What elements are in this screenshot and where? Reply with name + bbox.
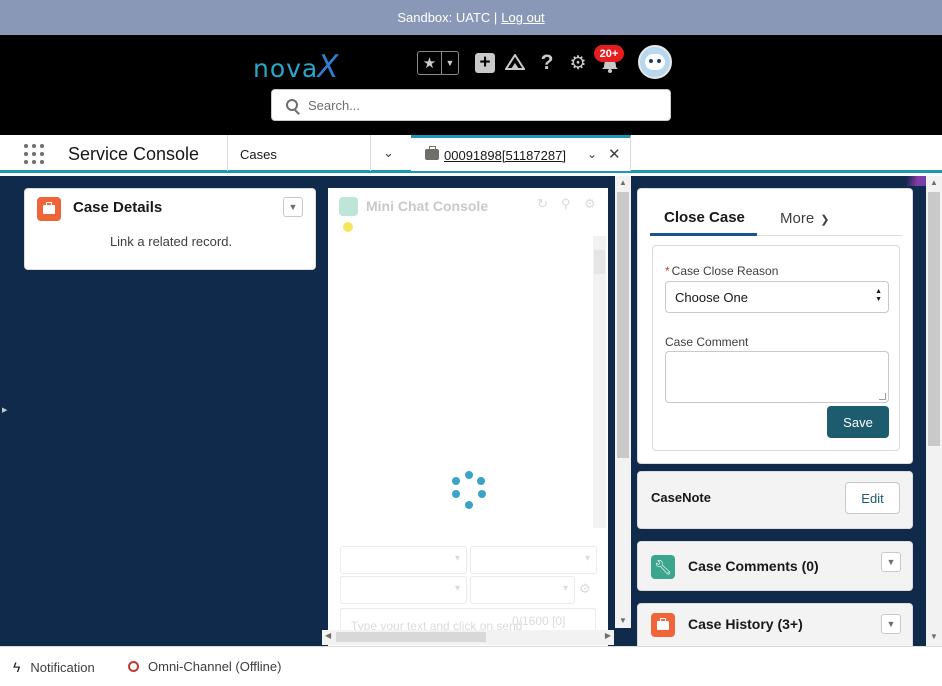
notification-label: Notification bbox=[30, 659, 95, 675]
divider bbox=[370, 135, 371, 171]
workspace: ▶ Case Details ▼ Link a related record. … bbox=[0, 176, 942, 646]
search-input[interactable] bbox=[308, 97, 648, 113]
horizontal-scrollbar[interactable]: ◀ ▶ bbox=[322, 630, 614, 645]
case-details-menu-button[interactable]: ▼ bbox=[283, 197, 303, 217]
chat-scrollbar[interactable] bbox=[593, 236, 606, 528]
chat-settings-icon[interactable]: ⚙ bbox=[579, 581, 591, 597]
global-search[interactable] bbox=[271, 89, 671, 121]
case-details-card: Case Details ▼ Link a related record. bbox=[24, 188, 316, 270]
utility-omni-channel[interactable]: Omni-Channel (Offline) bbox=[128, 659, 281, 674]
loading-spinner bbox=[450, 471, 488, 509]
chat-select-4[interactable] bbox=[470, 576, 575, 604]
search-icon[interactable]: ⚲ bbox=[561, 196, 571, 212]
star-icon[interactable]: ★ bbox=[418, 52, 442, 74]
case-history-menu-button[interactable]: ▼ bbox=[881, 614, 901, 634]
logo-text: nova bbox=[253, 54, 319, 83]
favorites-group: ★ ▼ bbox=[417, 51, 459, 75]
tab-chevron-down-icon[interactable]: ⌄ bbox=[587, 147, 597, 161]
nav-item-cases[interactable]: Cases bbox=[240, 147, 277, 162]
case-close-reason-select[interactable]: Choose One ▲ ▼ bbox=[665, 281, 889, 313]
case-history-icon bbox=[651, 613, 675, 637]
chat-select-1[interactable] bbox=[340, 546, 467, 574]
middle-vertical-scrollbar[interactable]: ▲ ▼ bbox=[615, 176, 631, 628]
case-comments-title[interactable]: Case Comments (0) bbox=[688, 558, 819, 574]
close-case-tabs: Close Case More ❯ bbox=[650, 204, 902, 236]
tab-more[interactable]: More ❯ bbox=[780, 210, 829, 227]
case-history-card: Case History (3+) ▼ bbox=[637, 603, 913, 646]
tab-close-case[interactable]: Close Case bbox=[664, 209, 745, 226]
novax-logo[interactable]: nova X bbox=[253, 49, 339, 85]
right-vertical-scrollbar[interactable]: ▲ ▼ bbox=[926, 176, 942, 646]
logout-link[interactable]: Log out bbox=[501, 10, 544, 25]
panel-expand-handle[interactable]: ▶ bbox=[2, 406, 7, 414]
plus-icon[interactable]: + bbox=[474, 51, 496, 75]
global-header: nova X ★ ▼ + ? ⚙ 20+ bbox=[0, 35, 942, 135]
tab-close-icon[interactable]: ✕ bbox=[608, 145, 621, 163]
lightning-icon: ϟ bbox=[13, 659, 21, 675]
link-related-record: Link a related record. bbox=[109, 234, 233, 249]
case-history-title[interactable]: Case History (3+) bbox=[688, 616, 803, 632]
case-comments-card: 🔧︎ Case Comments (0) ▼ bbox=[637, 541, 913, 591]
close-case-form: * Case Close Reason Choose One ▲ ▼ Case Co… bbox=[652, 245, 900, 451]
character-counter: 0/1600 [0] bbox=[512, 614, 566, 628]
chevron-down-icon[interactable]: ▼ bbox=[442, 52, 458, 74]
select-value: Choose One bbox=[675, 290, 748, 305]
tab-case-record[interactable]: 00091898[51187287] ⌄ ✕ bbox=[411, 135, 631, 171]
chevron-down-icon: ❯ bbox=[820, 214, 830, 226]
avatar[interactable] bbox=[638, 45, 672, 79]
app-name: Service Console bbox=[68, 144, 200, 164]
navigation-bar: Service Console Cases ⌄ 00091898[5118728… bbox=[0, 135, 942, 173]
mini-chat-title: Mini Chat Console bbox=[366, 198, 489, 214]
casenote-card: CaseNote Edit bbox=[637, 471, 913, 529]
chat-select-2[interactable] bbox=[470, 546, 597, 574]
notification-badge[interactable]: 20+ bbox=[594, 45, 624, 62]
case-comment-label: Case Comment bbox=[665, 335, 749, 349]
case-details-title: Case Details bbox=[73, 199, 163, 216]
gear-icon[interactable]: ⚙ bbox=[567, 51, 589, 75]
wrench-icon: 🔧︎ bbox=[651, 555, 675, 579]
trailhead-icon[interactable] bbox=[504, 51, 526, 75]
tab-label[interactable]: 00091898[51187287] bbox=[444, 148, 566, 163]
refresh-icon[interactable]: ↻ bbox=[537, 196, 548, 212]
logo-x: X bbox=[317, 49, 339, 85]
save-button[interactable]: Save bbox=[827, 406, 889, 438]
sandbox-bar: Sandbox: UATC | Log out bbox=[0, 0, 942, 35]
chat-icon bbox=[339, 197, 358, 216]
case-comments-menu-button[interactable]: ▼ bbox=[881, 552, 901, 572]
utility-bar: ϟ Notification Omni-Channel (Offline) bbox=[0, 646, 942, 686]
case-comment-textarea[interactable] bbox=[665, 351, 889, 403]
close-case-card: Close Case More ❯ * Case Close Reason Choo… bbox=[637, 188, 913, 464]
divider bbox=[227, 135, 228, 171]
help-icon[interactable]: ? bbox=[536, 51, 558, 75]
up-down-icon: ▲ ▼ bbox=[875, 288, 882, 303]
chat-select-3[interactable] bbox=[340, 576, 467, 604]
search-icon bbox=[286, 99, 298, 111]
omni-channel-label: Omni-Channel (Offline) bbox=[148, 659, 282, 674]
mini-chat-console: Mini Chat Console ↻ ⚲ ⚙ ⚙ Type your text… bbox=[328, 188, 608, 646]
offline-status-icon bbox=[128, 661, 139, 672]
case-close-reason-label: * Case Close Reason bbox=[665, 264, 779, 278]
active-tab-indicator bbox=[650, 233, 757, 236]
app-launcher-icon[interactable] bbox=[24, 144, 44, 164]
sandbox-label: Sandbox: UATC | bbox=[397, 10, 498, 25]
case-icon bbox=[425, 146, 439, 160]
casenote-title: CaseNote bbox=[651, 490, 711, 505]
edit-button[interactable]: Edit bbox=[845, 482, 900, 514]
gear-icon[interactable]: ⚙ bbox=[584, 196, 596, 212]
case-icon bbox=[37, 197, 61, 221]
nav-menu-chevron-icon[interactable]: ⌄ bbox=[383, 145, 394, 161]
utility-notification[interactable]: ϟ Notification bbox=[13, 659, 95, 675]
status-dot bbox=[343, 222, 353, 232]
